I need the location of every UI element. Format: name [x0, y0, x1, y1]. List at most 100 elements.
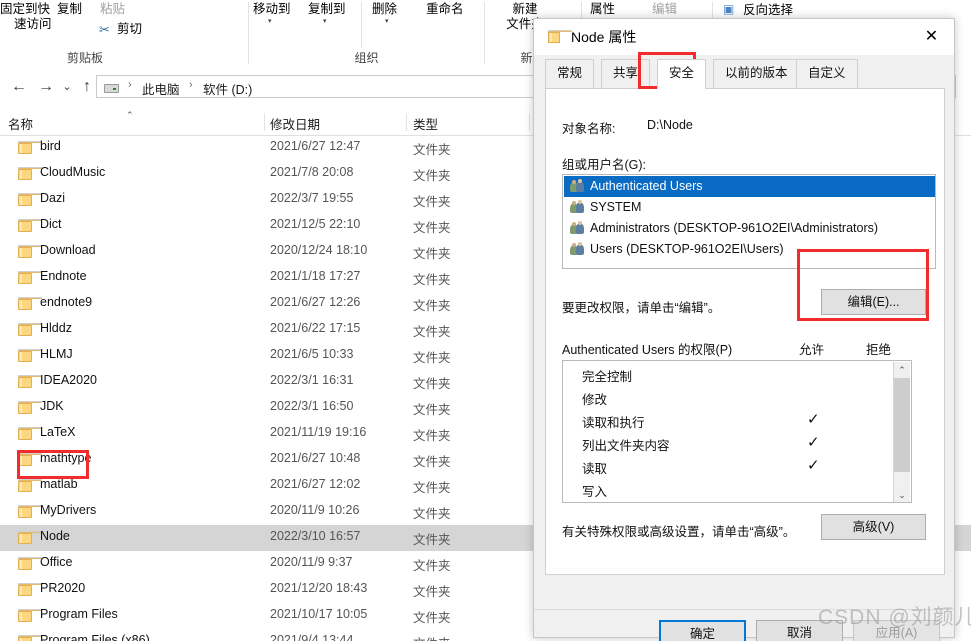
permission-label: 读取	[582, 462, 608, 476]
breadcrumb-this-pc[interactable]: 此电脑	[142, 79, 180, 98]
cancel-button[interactable]: 取消	[756, 620, 843, 641]
file-date-modified: 2021/9/4 13:44	[270, 633, 354, 641]
advanced-button[interactable]: 高级(V)	[821, 514, 926, 540]
tab-customize[interactable]: 自定义	[796, 59, 858, 88]
file-date-modified: 2021/11/19 19:16	[270, 425, 367, 439]
file-name: Dazi	[40, 191, 66, 205]
permissions-scrollbar[interactable]: ⌃ ⌄	[893, 362, 910, 502]
file-name: Hlddz	[40, 321, 72, 335]
back-button[interactable]: ←	[8, 76, 30, 98]
paste-button[interactable]: 粘贴	[100, 2, 125, 17]
scroll-up-icon[interactable]: ⌃	[894, 362, 910, 378]
file-type: 文件夹	[413, 481, 451, 495]
dialog-title-bar[interactable]: Node 属性 ✕	[534, 19, 954, 55]
edit-button[interactable]: 编辑	[652, 2, 677, 17]
file-date-modified: 2021/7/8 20:08	[270, 165, 354, 179]
list-item-label: Users (DESKTOP-961O2EI\Users)	[590, 242, 784, 256]
column-divider-1[interactable]	[264, 113, 265, 131]
pin-label-line1: 固定到快	[0, 2, 51, 16]
folder-icon	[18, 297, 42, 310]
drive-icon	[104, 84, 119, 93]
up-button[interactable]: ↑	[76, 76, 98, 98]
tab-security[interactable]: 安全	[657, 59, 707, 89]
folder-icon	[18, 479, 42, 492]
folder-icon	[18, 505, 42, 518]
file-date-modified: 2021/12/5 22:10	[270, 217, 361, 231]
recent-locations-button[interactable]: ⌄	[56, 76, 78, 98]
list-item-authenticated-users[interactable]: Authenticated Users	[564, 176, 935, 197]
file-type: 文件夹	[413, 273, 451, 287]
file-date-modified: 2020/11/9 10:26	[270, 503, 360, 517]
permission-label: 列出文件夹内容	[582, 439, 670, 453]
permission-row[interactable]: 修改	[564, 386, 896, 409]
permission-row[interactable]: 读取和执行 ✓	[564, 409, 896, 432]
copy-to-caret-icon[interactable]: ▾	[323, 18, 327, 25]
close-icon[interactable]: ✕	[909, 19, 954, 55]
permission-row[interactable]: 读取 ✓	[564, 455, 896, 478]
file-type: 文件夹	[413, 247, 451, 261]
delete-caret-icon[interactable]: ▾	[385, 18, 389, 25]
file-name: Dict	[40, 217, 62, 231]
ok-button[interactable]: 确定	[659, 620, 746, 641]
pin-to-quick-access-button[interactable]: 固定到快 速访问	[0, 2, 52, 32]
copy-to-button[interactable]: 复制到	[308, 2, 346, 17]
move-to-button[interactable]: 移动到	[253, 2, 291, 17]
folder-icon	[18, 401, 42, 414]
ribbon-group-label-clipboard: 剪贴板	[66, 51, 103, 65]
properties-button[interactable]: 属性	[590, 2, 615, 17]
permission-row[interactable]: 写入	[564, 478, 896, 501]
file-name: HLMJ	[40, 347, 73, 361]
group-user-listbox[interactable]: Authenticated Users SYSTEM Administrator…	[562, 174, 936, 269]
permission-row[interactable]: 完全控制	[564, 363, 896, 386]
edit-permissions-hint: 要更改权限，请单击“编辑”。	[562, 301, 721, 315]
invert-selection-button[interactable]: 反向选择	[743, 3, 793, 18]
folder-icon	[18, 583, 42, 596]
forward-button[interactable]: →	[35, 76, 57, 98]
list-item-label: SYSTEM	[590, 200, 642, 214]
tab-previous-versions[interactable]: 以前的版本	[713, 59, 800, 88]
file-date-modified: 2021/6/27 12:47	[270, 139, 361, 153]
folder-icon	[18, 557, 42, 570]
cut-button[interactable]: 剪切	[117, 22, 142, 37]
node-properties-dialog: Node 属性 ✕ 常规 共享 安全 以前的版本 自定义 对象名称: D:\No…	[533, 18, 955, 641]
tab-general[interactable]: 常规	[545, 59, 595, 88]
move-to-caret-icon[interactable]: ▾	[268, 18, 272, 25]
scroll-down-icon[interactable]: ⌄	[894, 487, 910, 502]
breadcrumb-separator-1: ›	[128, 79, 132, 91]
column-divider-2[interactable]	[406, 113, 407, 131]
deny-column-header: 拒绝	[866, 343, 892, 357]
sort-ascending-icon: ⌃	[126, 110, 134, 120]
users-group-icon	[570, 242, 584, 256]
column-header-date[interactable]: 修改日期	[270, 114, 320, 133]
group-or-user-names-label: 组或用户名(G):	[562, 158, 647, 172]
file-date-modified: 2022/3/1 16:31	[270, 373, 354, 387]
column-divider-3[interactable]	[529, 113, 530, 131]
pin-label-line2: 速访问	[14, 17, 52, 31]
folder-icon	[18, 635, 42, 641]
list-item-system[interactable]: SYSTEM	[564, 197, 935, 218]
breadcrumb-software-d[interactable]: 软件 (D:)	[203, 79, 252, 98]
list-item-administrators[interactable]: Administrators (DESKTOP-961O2EI\Administ…	[564, 218, 935, 239]
folder-icon	[18, 453, 42, 466]
permission-row[interactable]: 列出文件夹内容 ✓	[564, 432, 896, 455]
edit-permissions-button[interactable]: 编辑(E)...	[821, 289, 926, 315]
folder-icon	[18, 375, 42, 388]
allow-column-header: 允许	[799, 343, 825, 357]
object-name-value: D:\Node	[647, 118, 693, 132]
users-group-icon	[570, 179, 584, 193]
column-header-name[interactable]: 名称	[8, 114, 33, 133]
delete-button[interactable]: 删除	[372, 2, 397, 17]
copy-button[interactable]: 复制	[57, 2, 82, 17]
folder-icon	[18, 271, 42, 284]
file-type: 文件夹	[413, 143, 451, 157]
breadcrumb-separator-2: ›	[189, 79, 193, 91]
permissions-listbox[interactable]: 完全控制 修改 读取和执行 ✓ 列出文件夹内容 ✓ 读取 ✓ 写入 ⌃ ⌄	[562, 360, 912, 503]
file-type: 文件夹	[413, 221, 451, 235]
users-group-icon	[570, 221, 584, 235]
scrollbar-thumb[interactable]	[894, 378, 910, 472]
list-item-users[interactable]: Users (DESKTOP-961O2EI\Users)	[564, 239, 935, 260]
tab-sharing[interactable]: 共享	[601, 59, 651, 88]
file-type: 文件夹	[413, 195, 451, 209]
column-header-type[interactable]: 类型	[413, 114, 438, 133]
rename-button[interactable]: 重命名	[426, 2, 464, 17]
